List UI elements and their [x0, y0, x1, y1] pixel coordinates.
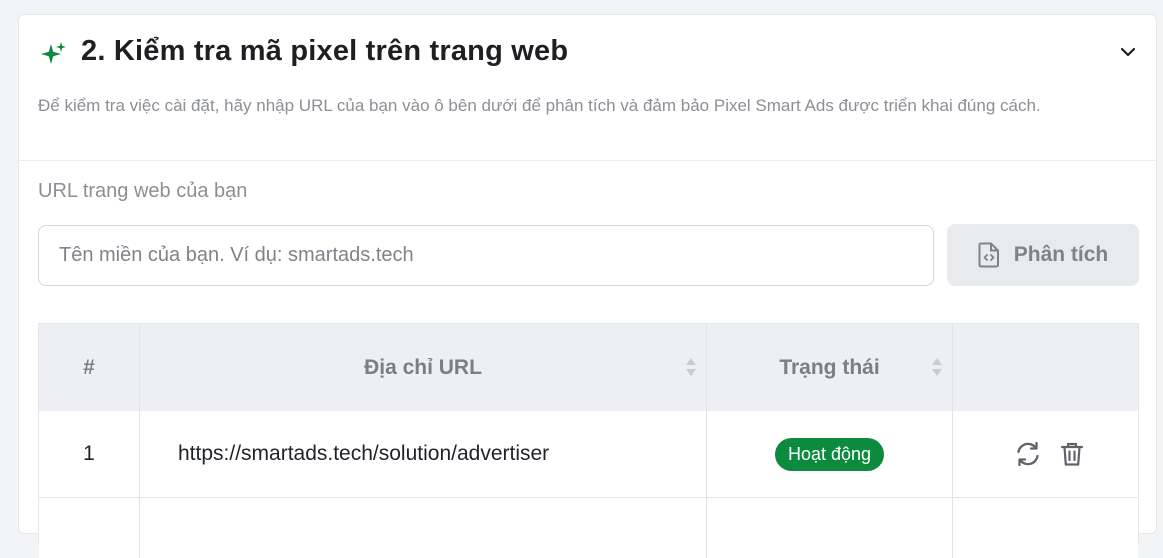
refresh-icon[interactable] — [1014, 440, 1042, 468]
sparkle-icon — [41, 42, 66, 64]
section-description: Để kiểm tra việc cài đặt, hãy nhập URL c… — [38, 96, 1041, 115]
column-header-status-label: Trạng thái — [779, 355, 880, 379]
row-status: Hoạt động — [707, 411, 953, 497]
sort-icon[interactable] — [931, 356, 943, 378]
table-header: # Địa chỉ URL Trạng thái — [39, 324, 1138, 412]
row-index: 1 — [39, 411, 140, 497]
table-row — [39, 498, 1138, 558]
row-url: https://smartads.tech/solution/advertise… — [140, 411, 707, 497]
table-row: 1 https://smartads.tech/solution/adverti… — [39, 411, 1138, 498]
section-title: 2. Kiểm tra mã pixel trên trang web — [81, 35, 569, 67]
column-header-url[interactable]: Địa chỉ URL — [140, 324, 707, 411]
url-field-label: URL trang web của bạn — [38, 180, 248, 202]
url-input[interactable] — [38, 225, 934, 286]
chevron-down-icon[interactable] — [1117, 41, 1139, 63]
pixel-check-card: 2. Kiểm tra mã pixel trên trang web Để k… — [18, 14, 1157, 558]
analyze-button[interactable]: Phân tích — [947, 224, 1139, 286]
row-actions-empty — [953, 498, 1138, 558]
url-table: # Địa chỉ URL Trạng thái 1 https://smart… — [38, 323, 1139, 558]
row-index-empty — [39, 498, 140, 558]
trash-icon[interactable] — [1058, 440, 1086, 468]
column-header-status[interactable]: Trạng thái — [707, 324, 953, 411]
analyze-button-label: Phân tích — [1013, 243, 1109, 266]
column-header-index: # — [39, 324, 140, 411]
row-actions — [953, 411, 1138, 497]
section-header: 2. Kiểm tra mã pixel trên trang web Để k… — [19, 15, 1156, 161]
column-header-actions — [953, 324, 1138, 411]
status-badge: Hoạt động — [774, 437, 885, 471]
sort-icon[interactable] — [685, 356, 697, 378]
row-status-empty — [707, 498, 953, 558]
row-url-empty — [140, 498, 707, 558]
file-code-icon — [978, 242, 999, 268]
column-header-url-label: Địa chỉ URL — [364, 355, 482, 379]
